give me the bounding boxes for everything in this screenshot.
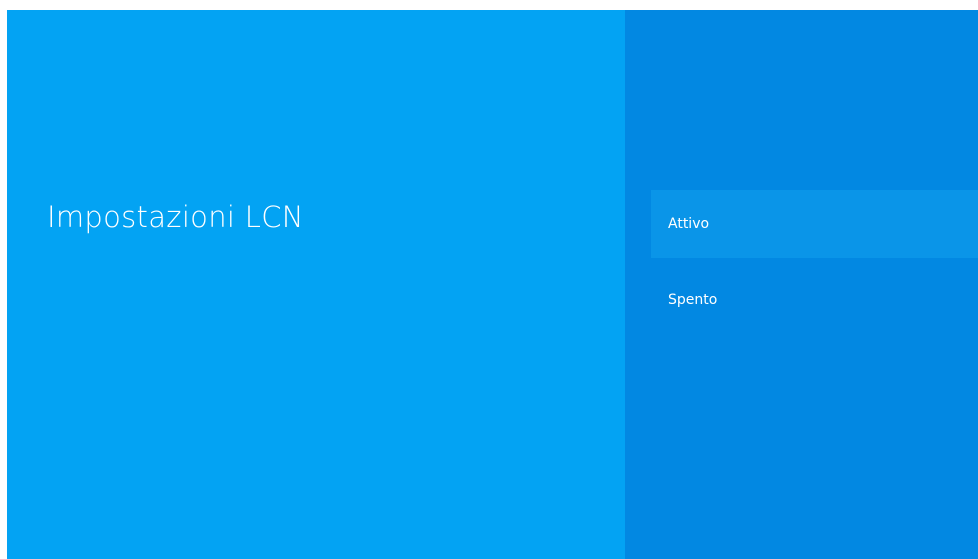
page-title: Impostazioni LCN bbox=[47, 200, 304, 234]
title-panel: Impostazioni LCN bbox=[7, 10, 625, 559]
option-spento[interactable]: Spento bbox=[651, 266, 978, 334]
options-panel: Attivo Spento bbox=[625, 10, 978, 559]
option-label: Attivo bbox=[668, 216, 710, 232]
option-label: Spento bbox=[668, 292, 718, 308]
option-attivo[interactable]: Attivo bbox=[651, 190, 978, 258]
settings-screen: Impostazioni LCN Attivo Spento bbox=[7, 10, 978, 559]
